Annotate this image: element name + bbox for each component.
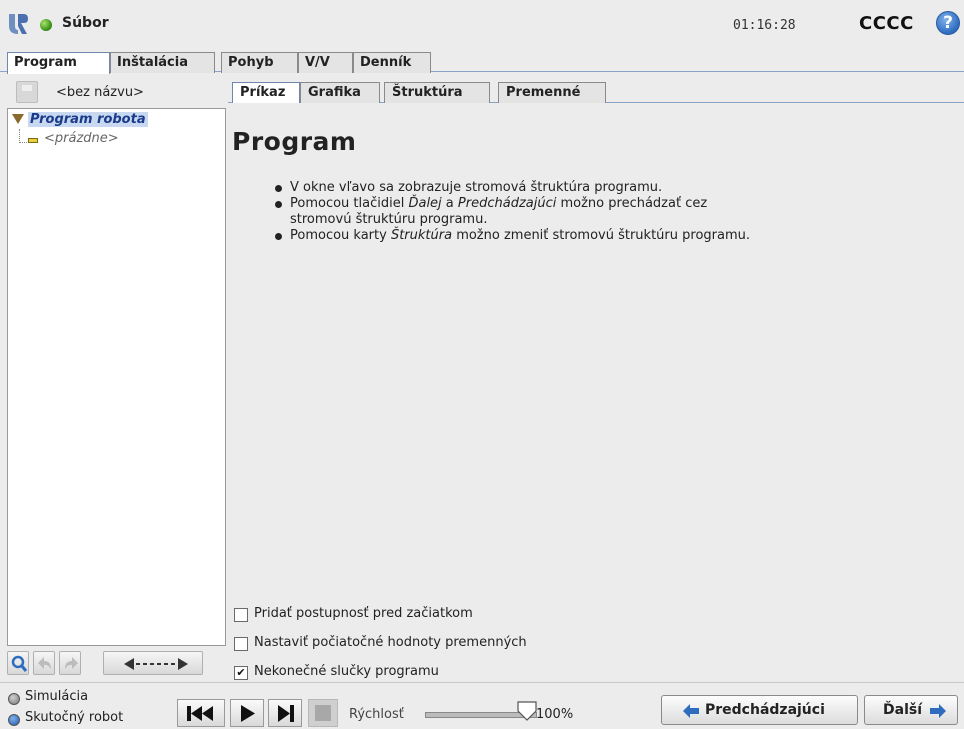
tree-connector (19, 129, 27, 143)
help-bullet: Pomocou karty Štruktúra možno zmeniť str… (274, 228, 914, 244)
program-tree[interactable]: Program robota <prázdne> (7, 108, 226, 646)
option-checkbox[interactable]: ✔ (234, 666, 248, 680)
bullet-text: a (441, 196, 458, 211)
bullet-text: Pomocou tlačidiel (290, 196, 409, 211)
top-bar: Súbor 01:16:28 CCCC ? (0, 0, 964, 48)
next-button[interactable]: Ďalší (864, 695, 958, 725)
tree-toolbar (7, 648, 226, 678)
tree-node-empty[interactable]: <prázdne> (44, 131, 119, 146)
search-icon (11, 655, 28, 672)
search-button[interactable] (7, 651, 29, 675)
save-icon[interactable] (16, 81, 38, 103)
tab-structure[interactable]: Štruktúra (384, 82, 490, 103)
page-title: Program (232, 127, 357, 156)
speed-slider-thumb[interactable] (517, 701, 537, 721)
bullet-text: možno zmeniť stromovú štruktúru programu… (452, 228, 750, 243)
move-node-button[interactable] (103, 651, 203, 675)
help-bullets: V okne vľavo sa zobrazuje stromová štruk… (274, 180, 914, 244)
tab-command[interactable]: Príkaz (232, 82, 300, 104)
move-arrows-icon (124, 658, 188, 670)
redo-icon (65, 657, 78, 669)
step-icon (278, 705, 294, 722)
real-robot-label[interactable]: Skutočný robot (25, 710, 123, 725)
empty-node-icon (28, 138, 38, 143)
sub-tab-bar: Príkaz Grafika Štruktúra Premenné (228, 79, 964, 104)
help-bullet: V okne vľavo sa zobrazuje stromová štruk… (274, 180, 914, 196)
robot-status-icon[interactable] (40, 19, 52, 31)
bullet-text: možno prechádzať cez (556, 196, 708, 211)
tree-root-label[interactable]: Program robota (28, 112, 148, 127)
rewind-icon (187, 706, 213, 721)
bullet-text: Pomocou karty (290, 228, 391, 243)
ur-logo-icon (9, 14, 28, 34)
simulation-radio[interactable] (8, 693, 20, 705)
stop-button[interactable] (308, 699, 338, 727)
tab-program[interactable]: Program (7, 52, 110, 74)
emphasized-term: Štruktúra (390, 228, 453, 243)
tab-graphics[interactable]: Grafika (300, 82, 380, 103)
step-button[interactable] (268, 699, 302, 727)
arrow-left-icon (683, 704, 699, 718)
tab-variables[interactable]: Premenné (498, 82, 606, 103)
bottom-bar: Simulácia Skutočný robot Rýchlosť 100% P… (0, 682, 964, 729)
arrow-right-icon (930, 704, 946, 718)
option-checkbox[interactable] (234, 637, 248, 651)
previous-label: Predchádzajúci (705, 702, 825, 718)
main-tab-bar: Program Inštalácia Pohyb V/V Denník (0, 48, 964, 74)
play-button[interactable] (230, 699, 264, 727)
expand-arrow-icon[interactable] (12, 114, 24, 124)
clock: 01:16:28 (733, 18, 796, 33)
bullet-text: stromovú štruktúru programu. (290, 212, 488, 227)
bullet-text: V okne vľavo sa zobrazuje stromová štruk… (290, 180, 663, 195)
help-icon[interactable]: ? (936, 11, 960, 35)
speed-label: Rýchlosť (349, 707, 404, 722)
speed-value: 100% (536, 707, 574, 722)
rewind-button[interactable] (177, 699, 225, 727)
tab-installation[interactable]: Inštalácia (110, 52, 215, 73)
real-robot-radio[interactable] (8, 714, 20, 726)
tab-log[interactable]: Denník (353, 52, 431, 73)
undo-icon (38, 657, 51, 669)
option-label[interactable]: Pridať postupnosť pred začiatkom (254, 606, 473, 621)
simulation-label[interactable]: Simulácia (25, 689, 88, 704)
help-bullet: Pomocou tlačidiel Ďalej a Predchádzajúci… (274, 196, 914, 228)
previous-button[interactable]: Predchádzajúci (661, 695, 858, 725)
emphasized-term: Predchádzajúci (457, 196, 557, 211)
program-name: <bez názvu> (56, 85, 144, 100)
tab-io[interactable]: V/V (298, 52, 353, 73)
play-icon (241, 705, 255, 722)
option-label[interactable]: Nastaviť počiatočné hodnoty premenných (254, 635, 527, 650)
option-checkbox[interactable] (234, 608, 248, 622)
stop-icon (315, 705, 331, 721)
redo-button[interactable] (59, 651, 81, 675)
robot-name: CCCC (859, 13, 914, 34)
file-menu[interactable]: Súbor (62, 15, 109, 31)
undo-button[interactable] (33, 651, 55, 675)
emphasized-term: Ďalej (408, 196, 442, 211)
next-label: Ďalší (883, 702, 922, 718)
tab-move[interactable]: Pohyb (221, 52, 298, 73)
option-label[interactable]: Nekonečné slučky programu (254, 664, 439, 679)
command-panel: Program V okne vľavo sa zobrazuje stromo… (228, 103, 964, 682)
